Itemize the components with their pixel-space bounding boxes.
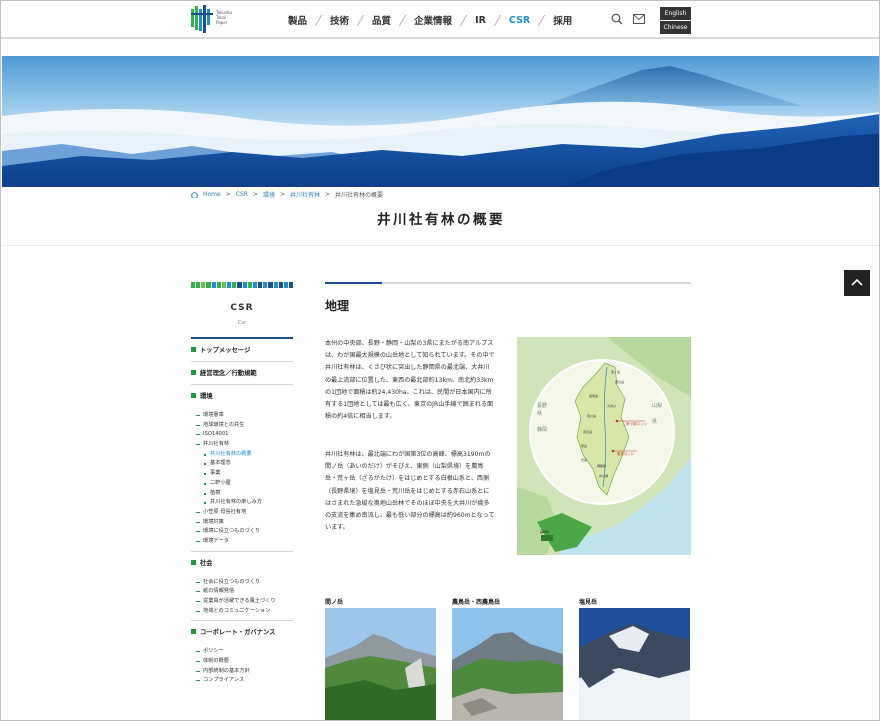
map-pref-suffix: 県 [652,419,657,425]
sidebar-subitem[interactable]: 基本理念 [191,459,293,469]
nav-technology[interactable]: 技術 [319,13,360,27]
breadcrumb-forest[interactable]: 井川社有林 [290,190,320,199]
sidebar-subitem[interactable]: ISO14001 [191,430,293,440]
photo-ainodake[interactable] [325,608,436,721]
page-frame: Tokushu Tokai Paper 製品 技術 品質 企業情報 IR CSR… [0,0,880,721]
map-place-label: 農鳥岳 [615,379,624,384]
sidebar-subitem[interactable]: 地域とのコミュニケーション [191,607,293,617]
photo-caption-shiomi: 塩見岳 [579,599,598,606]
sidebar-nav: トップメッセージ 経営理念／行動規範 環境 環境憲章 地球環境との共生 ISO1… [191,339,293,686]
breadcrumb-separator: > [279,191,285,198]
section-heading: 地理 [325,299,350,313]
sidebar-subitem[interactable]: 事業 [191,469,293,479]
map-pref-suffix: 県 [537,411,542,417]
map-place-label: 大井川 [607,403,616,408]
sidebar-group-society: 社会に役立つものづくり 紙の情報発信 従業員が活躍できる風土づくり 地域とのコミ… [191,575,293,622]
mail-icon[interactable] [633,14,645,24]
company-logo[interactable]: Tokushu Tokai Paper [191,5,271,35]
back-to-top-button[interactable] [844,270,870,296]
map-label-hut2: 椹島ロッジ [617,451,635,456]
chevron-up-icon [851,278,863,286]
lang-chinese-button[interactable]: Chinese [660,21,691,34]
page-title: 井川社有林の概要 [377,212,505,228]
nav-products[interactable]: 製品 [277,13,318,27]
photo-shiomi[interactable] [579,608,690,721]
map-place-label: 間ノ岳 [611,369,620,374]
sidebar-item-philosophy[interactable]: 経営理念／行動規範 [191,362,293,385]
breadcrumb-current: 井川社有林の概要 [335,192,384,199]
sidebar-item-society[interactable]: 社会 [191,552,293,575]
map-place-label: 赤石岳 [583,429,592,434]
forest-location-map: 静岡市 二軒小屋ロッジ 椹島ロッジ 間ノ岳 農鳥岳 塩見岳 荒川岳 赤石岳 聖岳… [517,337,691,555]
lang-english-button[interactable]: English [660,7,691,20]
sidebar-subitem[interactable]: 体制の概要 [191,657,293,667]
breadcrumb-csr[interactable]: CSR [236,191,248,198]
sidebar-subitem[interactable]: 環境対策 [191,518,293,528]
sidebar-subitem[interactable]: 二軒小屋 [191,479,293,489]
photo-caption-ainodake: 間ノ岳 [325,599,344,606]
sidebar-subitem[interactable]: 小笠原 母島社有地 [191,508,293,518]
search-icon[interactable] [611,13,623,25]
breadcrumb-home[interactable]: Home [203,191,221,198]
photo-caption-notori: 農鳥岳・西農鳥岳 [452,599,501,606]
paragraph-geography-1: 本州の中央部、長野・静岡・山梨の3県にまたがる南アルプスは、わが国最大規模の山岳… [325,340,495,421]
breadcrumb-environment[interactable]: 環境 [263,190,275,199]
sidebar-item-environment[interactable]: 環境 [191,385,293,408]
sidebar-item-governance[interactable]: コーポレート・ガバナンス [191,621,293,644]
sidebar-subitem[interactable]: 井川社有林 [191,440,293,450]
map-place-label: 荒川岳 [587,413,596,418]
map-place-label: 光岳 [581,457,587,462]
map-place-label: 畑薙湖 [597,463,606,468]
title-divider [2,245,879,246]
sidebar-subitem-current[interactable]: 井川社有林の概要 [191,450,293,460]
map-city-label: 静岡市 [540,529,549,534]
breadcrumb-separator: > [225,191,231,198]
sidebar-group-environment: 環境憲章 地球環境との共生 ISO14001 井川社有林 井川社有林の概要 基本… [191,408,293,552]
nav-recruit[interactable]: 採用 [542,13,583,27]
site-header: Tokushu Tokai Paper 製品 技術 品質 企業情報 IR CSR… [1,1,879,39]
map-place-label: 聖岳 [581,443,587,448]
sidebar-subitem[interactable]: 従業員が活躍できる風土づくり [191,597,293,607]
breadcrumb-separator: > [325,191,331,198]
map-place-label: 塩見岳 [589,393,598,398]
map-place-label: 井川湖 [599,473,608,478]
sidebar-subtitle: Csr [237,320,247,326]
map-label-hut1: 二軒小屋ロッジ [623,421,647,426]
nav-csr[interactable]: CSR [498,15,541,26]
sidebar-subitem[interactable]: 植樹 [191,489,293,499]
nav-quality[interactable]: 品質 [361,13,402,27]
sidebar-stripe [191,282,294,288]
nav-company[interactable]: 企業情報 [403,13,463,27]
map-pref-shizuoka: 静岡 [537,426,547,433]
sidebar-subitem[interactable]: 環境データ [191,537,293,547]
sidebar-subitem[interactable]: ポリシー [191,647,293,657]
nav-ir[interactable]: IR [464,15,497,26]
breadcrumb: Home > CSR > 環境 > 井川社有林 > 井川社有林の概要 [191,190,383,199]
hero-image [2,56,879,187]
paragraph-geography-2: 井川社有林は、最北端にわが国第3位の高峰、標高3190mの間ノ岳（あいのだけ）が… [325,451,495,532]
photo-notori[interactable] [452,608,563,721]
map-pref-yamanashi: 山梨 [652,402,662,409]
logo-line-3: Paper [216,20,228,25]
sidebar-subitem[interactable]: 環境憲章 [191,411,293,421]
main-nav: 製品 技術 品質 企業情報 IR CSR 採用 [277,12,583,28]
sidebar-subitem[interactable]: 環境に役立つものづくり [191,527,293,537]
sidebar-subitem[interactable]: 地球環境との共生 [191,421,293,431]
logo-mark-icon [191,5,213,33]
breadcrumb-separator: > [252,191,258,198]
section-rule [325,282,691,284]
map-pref-nagano: 長野 [537,402,547,409]
sidebar-title: CSR [230,303,254,313]
sidebar-subitem[interactable]: 社会に役立つものづくり [191,578,293,588]
home-icon [191,191,198,198]
sidebar-subitem[interactable]: コンプライアンス [191,676,293,686]
sidebar-item-top-message[interactable]: トップメッセージ [191,339,293,362]
sidebar-subitem[interactable]: 紙の情報発信 [191,587,293,597]
sidebar-subitem[interactable]: 内部統制の基本方針 [191,667,293,677]
sidebar-group-governance: ポリシー 体制の概要 内部統制の基本方針 コンプライアンス [191,644,293,686]
sidebar-subitem[interactable]: 井川社有林の楽しみ方 [191,498,293,508]
logo-wordmark: Tokushu Tokai Paper [216,10,232,25]
